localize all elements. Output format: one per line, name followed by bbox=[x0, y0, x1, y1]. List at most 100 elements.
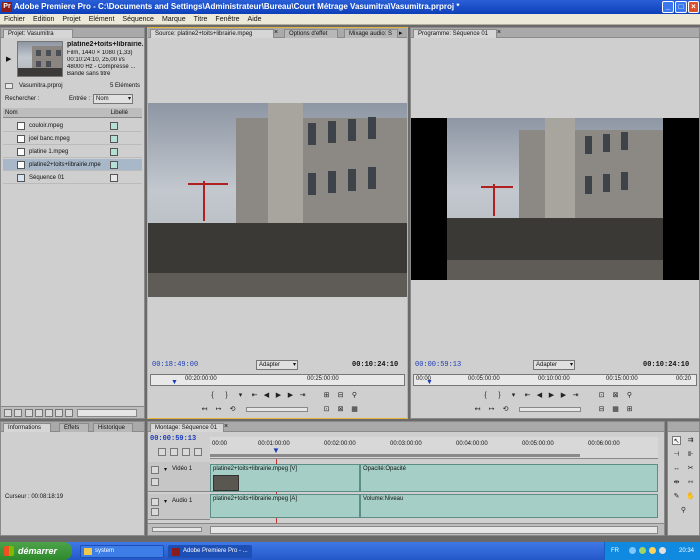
language-indicator[interactable]: FR bbox=[611, 542, 619, 560]
list-item[interactable]: joel banc.mpeg bbox=[3, 133, 142, 145]
col-label-header[interactable]: Libellé bbox=[111, 108, 128, 118]
overlay-icon[interactable]: ⊟ bbox=[336, 391, 345, 400]
audio-clip[interactable]: platine2+toits+librairie.mpeg [A] bbox=[210, 494, 360, 518]
tab-informations[interactable]: Informations bbox=[3, 423, 51, 432]
icon-view-icon[interactable] bbox=[14, 409, 22, 417]
menu-aide[interactable]: Aide bbox=[244, 14, 266, 25]
play-button[interactable]: ▶ bbox=[547, 391, 556, 400]
taskbar-item-premiere[interactable]: Adobe Premiere Pro - ... bbox=[168, 545, 252, 558]
export-frame-icon[interactable]: ⊞ bbox=[625, 405, 634, 414]
slide-tool-icon[interactable]: ⇿ bbox=[686, 478, 695, 487]
clock[interactable]: 20:34 bbox=[679, 542, 694, 560]
list-view-icon[interactable] bbox=[4, 409, 12, 417]
playhead-icon[interactable]: ▼ bbox=[426, 379, 433, 385]
delete-icon[interactable] bbox=[65, 409, 73, 417]
ripple-icon[interactable] bbox=[182, 448, 190, 456]
mark-in-icon[interactable]: { bbox=[208, 391, 217, 400]
work-area-bar[interactable] bbox=[210, 454, 580, 457]
output-icon[interactable]: ▦ bbox=[350, 405, 359, 414]
usb-icon[interactable] bbox=[659, 547, 666, 554]
tab-historique[interactable]: Historique bbox=[93, 423, 133, 432]
loop-icon[interactable]: ⟲ bbox=[228, 405, 237, 414]
snap-icon[interactable] bbox=[158, 448, 166, 456]
list-item[interactable]: couloir.mpeg bbox=[3, 120, 142, 132]
program-zoom-select[interactable]: Adapter ▾ bbox=[533, 360, 575, 370]
goto-out-icon[interactable]: ⇥ bbox=[298, 391, 307, 400]
program-timecode[interactable]: 00:00:59:13 bbox=[415, 361, 461, 369]
razor-tool-icon[interactable]: ✂ bbox=[686, 464, 695, 473]
track-select-tool-icon[interactable]: ⇉ bbox=[686, 436, 695, 445]
menu-edition[interactable]: Edition bbox=[29, 14, 58, 25]
tab-effect-options[interactable]: Options d'effet bbox=[284, 29, 338, 38]
mark-out-icon[interactable]: } bbox=[495, 391, 504, 400]
volume-icon[interactable] bbox=[649, 547, 656, 554]
menu-sequence[interactable]: Séquence bbox=[118, 14, 158, 25]
close-button[interactable]: × bbox=[688, 1, 699, 13]
step-back-icon[interactable]: ◀ bbox=[535, 391, 544, 400]
start-button[interactable]: démarrer bbox=[0, 542, 72, 560]
extract-icon[interactable]: ⊠ bbox=[611, 391, 620, 400]
timeline-ruler[interactable]: 00:00 00:01:00:00 00:02:00:00 00:03:00:0… bbox=[210, 437, 658, 459]
timeline-scrollbar[interactable] bbox=[210, 526, 658, 534]
shuttle-left-icon[interactable]: ↤ bbox=[473, 405, 482, 414]
set-marker-icon[interactable]: ▾ bbox=[509, 391, 518, 400]
step-forward-icon[interactable]: ▶ bbox=[559, 391, 568, 400]
playhead-icon[interactable]: ▼ bbox=[171, 379, 178, 386]
menu-projet[interactable]: Projet bbox=[58, 14, 84, 25]
export-frame-icon[interactable]: ⚲ bbox=[350, 391, 359, 400]
step-forward-icon[interactable]: ▶ bbox=[286, 391, 295, 400]
collapse-triangle-icon[interactable]: ▾ bbox=[164, 466, 167, 473]
new-item-icon[interactable] bbox=[55, 409, 63, 417]
goto-in-icon[interactable]: ⇤ bbox=[250, 391, 259, 400]
menu-titre[interactable]: Titre bbox=[190, 14, 212, 25]
minimize-button[interactable]: _ bbox=[662, 1, 674, 13]
menu-fichier[interactable]: Fichier bbox=[0, 14, 29, 25]
list-item[interactable]: Séquence 01 bbox=[3, 172, 142, 184]
automate-icon[interactable] bbox=[25, 409, 33, 417]
set-marker-icon[interactable]: ▾ bbox=[236, 391, 245, 400]
tab-project[interactable]: Projet: Vasumitra bbox=[3, 29, 73, 38]
extract-icon[interactable]: ⊠ bbox=[336, 405, 345, 414]
menu-element[interactable]: Elément bbox=[85, 14, 119, 25]
tab-program[interactable]: Programme: Séquence 01 bbox=[413, 29, 497, 38]
rate-stretch-tool-icon[interactable]: ↔ bbox=[672, 464, 681, 473]
close-tab-icon[interactable]: × bbox=[274, 29, 278, 36]
tab-timeline[interactable]: Montage: Séquence 01 bbox=[150, 423, 224, 432]
source-timecode[interactable]: 00:18:49:00 bbox=[152, 361, 198, 369]
timeline-timecode[interactable]: 00:00:59:13 bbox=[150, 435, 196, 443]
project-scrollbar[interactable] bbox=[77, 409, 137, 417]
bin-icon[interactable] bbox=[45, 409, 53, 417]
col-name-header[interactable]: Nom bbox=[5, 108, 18, 118]
source-zoom-select[interactable]: Adapter ▾ bbox=[256, 360, 298, 370]
insert-icon[interactable]: ⊞ bbox=[322, 391, 331, 400]
tab-audio-mixer[interactable]: Mixage audio: S bbox=[344, 29, 398, 38]
video-clip-extension[interactable]: Opacité:Opacité bbox=[360, 464, 658, 492]
mark-in-icon[interactable]: { bbox=[481, 391, 490, 400]
goto-out-icon[interactable]: ⇥ bbox=[571, 391, 580, 400]
hand-tool-icon[interactable]: ✋ bbox=[686, 492, 695, 501]
jog-slider[interactable] bbox=[246, 407, 308, 412]
close-tab-icon[interactable]: × bbox=[497, 29, 501, 36]
list-item[interactable]: platine2+toits+librairie.mpe bbox=[3, 159, 142, 171]
menu-marque[interactable]: Marque bbox=[158, 14, 190, 25]
entree-select[interactable]: Nom ▾ bbox=[93, 94, 133, 104]
safe-margins-icon[interactable]: ⊟ bbox=[597, 405, 606, 414]
rolling-edit-tool-icon[interactable]: ⊪ bbox=[686, 450, 695, 459]
list-item[interactable]: platine 1.mpeg bbox=[3, 146, 142, 158]
tab-source[interactable]: Source: platine2+toits+librairie.mpeg bbox=[150, 29, 274, 38]
tab-effets[interactable]: Effets bbox=[59, 423, 89, 432]
step-back-icon[interactable]: ◀ bbox=[262, 391, 271, 400]
zoom-tool-icon[interactable]: ⚲ bbox=[679, 506, 688, 515]
close-tab-icon[interactable]: × bbox=[224, 423, 228, 430]
play-icon[interactable]: ▶ bbox=[6, 55, 11, 63]
lift-icon[interactable]: ⊡ bbox=[597, 391, 606, 400]
loop-icon[interactable]: ⟲ bbox=[501, 405, 510, 414]
selection-tool-icon[interactable]: ↖ bbox=[672, 436, 681, 445]
mark-out-icon[interactable]: } bbox=[222, 391, 231, 400]
goto-in-icon[interactable]: ⇤ bbox=[523, 391, 532, 400]
trim-icon[interactable]: ⚲ bbox=[625, 391, 634, 400]
video-clip[interactable]: platine2+toits+librairie.mpeg [V] bbox=[210, 464, 360, 492]
ripple-edit-tool-icon[interactable]: ⊣ bbox=[672, 450, 681, 459]
play-button[interactable]: ▶ bbox=[274, 391, 283, 400]
pen-tool-icon[interactable]: ✎ bbox=[672, 492, 681, 501]
